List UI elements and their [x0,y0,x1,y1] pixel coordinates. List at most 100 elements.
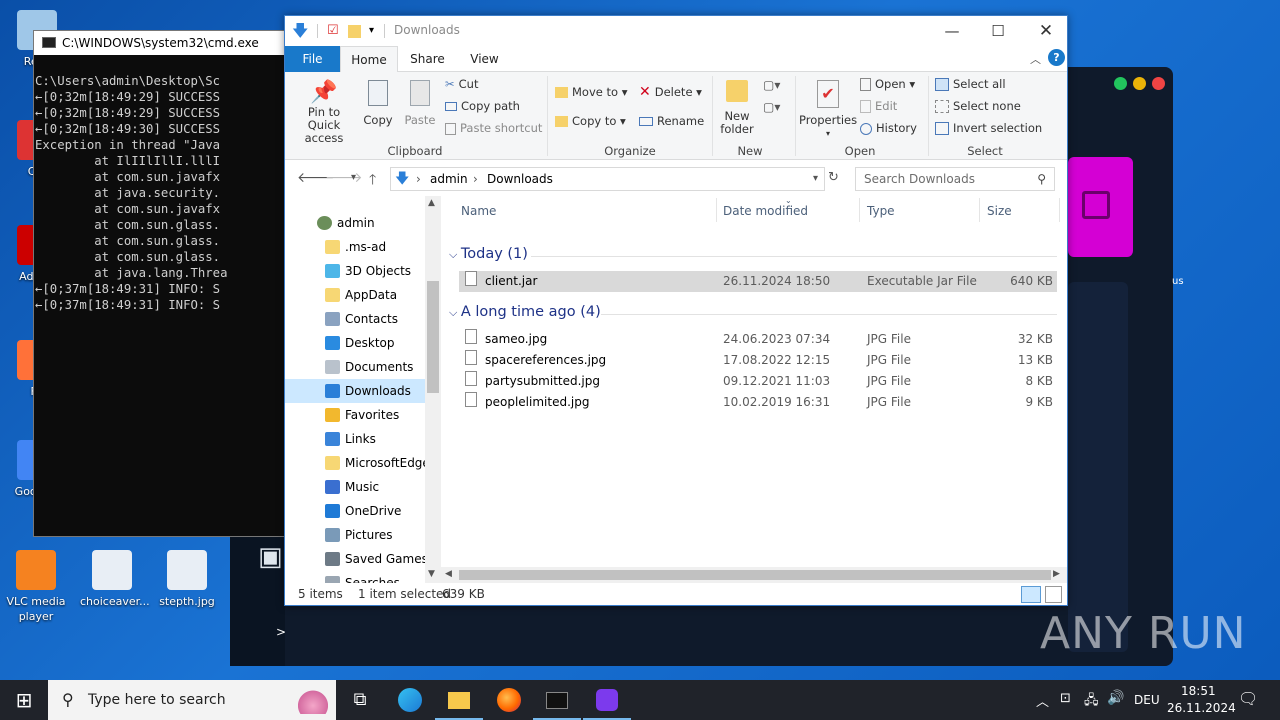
column-separator[interactable] [1059,198,1060,222]
file-explorer-icon[interactable] [435,680,483,720]
nav-item[interactable]: admin [285,211,425,235]
clock-date[interactable]: 26.11.2024 [1167,701,1236,715]
large-icons-view-icon[interactable] [1045,586,1062,603]
file-row[interactable]: sameo.jpg 24.06.2023 07:34 JPG File 32 KB [459,329,1057,350]
tab-home[interactable]: Home [340,46,398,73]
notifications-icon[interactable]: 🗨 [1238,689,1258,708]
nav-item[interactable]: Documents [285,355,425,379]
recent-locations-icon[interactable]: ▾ [351,172,356,183]
address-dropdown-icon[interactable]: ▾ [813,168,818,190]
column-type[interactable]: Type [867,204,895,218]
nav-item[interactable]: Links [285,427,425,451]
green-dot-icon[interactable] [1114,77,1127,90]
scroll-down-icon[interactable]: ▼ [428,569,435,579]
file-row[interactable]: partysubmitted.jpg 09.12.2021 11:03 JPG Fi… [459,371,1057,392]
details-view-icon[interactable] [1021,586,1041,603]
cmd-taskbar-icon[interactable] [533,680,581,720]
new-folder-button[interactable]: New folder [717,80,757,136]
minimize-button[interactable]: — [929,16,975,46]
column-date-modified[interactable]: Date modified [723,204,808,218]
hscroll-thumb[interactable] [459,570,1051,580]
nav-item[interactable]: Favorites [285,403,425,427]
cmd-output[interactable]: C:\Users\admin\Desktop\Sc ←[0;32m[18:49:… [34,55,284,313]
network-icon[interactable]: 🖧 [1084,691,1099,713]
chip-tile[interactable] [1068,157,1133,257]
pin-quick-access-button[interactable]: 📌 Pin to Quick access [291,80,357,145]
column-separator[interactable] [979,198,980,222]
language-indicator[interactable]: DEU [1134,693,1160,707]
red-dot-icon[interactable] [1152,77,1165,90]
scroll-left-icon[interactable]: ◀ [445,569,452,579]
copy-button[interactable]: Copy [361,80,395,127]
new-item-icon[interactable]: ▢▾ [763,78,780,92]
horizontal-scrollbar[interactable]: ◀ ▶ [441,567,1067,583]
down-arrow-icon[interactable]: 🡇 [292,20,308,47]
file-row[interactable]: client.jar 26.11.2024 18:50 Executable Jar… [459,271,1057,292]
nav-item[interactable]: .ms-ad [285,235,425,259]
history-button[interactable]: History [860,122,917,135]
select-all-button[interactable]: Select all [935,78,1006,91]
copy-to-button[interactable]: Copy to ▾ [555,115,626,128]
tab-share[interactable]: Share [400,46,455,72]
chevron-down-icon[interactable]: ⌵ [449,306,461,319]
desktop-icon[interactable]: stepth.jpg [155,550,219,609]
edge-icon[interactable] [386,680,434,720]
nav-item[interactable]: MicrosoftEdge [285,451,425,475]
paste-button[interactable]: Paste [403,80,437,127]
nav-scrollbar[interactable]: ▲ ▼ [425,196,441,583]
refresh-button[interactable]: ↻ [828,170,839,185]
properties-button[interactable]: ✔ Properties ▾ [799,80,857,140]
group-header[interactable]: ⌵ A long time ago (4) [449,304,601,320]
explorer-titlebar[interactable]: 🡇 ☑ ▾ Downloads — ☐ ✕ [285,16,1067,46]
forward-button[interactable]: 🡒 [325,169,363,186]
delete-button[interactable]: ✕ Delete ▾ [639,85,702,99]
show-hidden-icons[interactable]: ︿ [1036,691,1049,710]
nav-item[interactable]: Desktop [285,331,425,355]
help-icon[interactable]: ? [1048,49,1065,66]
tab-view[interactable]: View [457,46,512,72]
close-button[interactable]: ✕ [1023,16,1069,46]
rename-button[interactable]: Rename [639,115,704,128]
firefox-icon[interactable] [485,680,533,720]
clock-time[interactable]: 18:51 [1181,684,1216,698]
network-drive-icon[interactable]: ⊡ [1060,691,1071,706]
file-row[interactable]: peoplelimited.jpg 10.02.2019 16:31 JPG Fil… [459,392,1057,413]
column-size[interactable]: Size [987,204,1012,218]
column-name[interactable]: Name [461,204,496,218]
breadcrumb-admin[interactable]: admin [430,168,468,190]
nav-item[interactable]: Searches [285,571,425,583]
breadcrumb-downloads[interactable]: Downloads [487,168,553,190]
qa-dropdown-icon[interactable]: ▾ [369,25,374,36]
start-button[interactable]: ⊞ [0,680,48,720]
task-view-button[interactable]: ⧉ [336,680,384,720]
desktop-icon[interactable]: VLC media player [4,550,68,624]
properties-check-icon[interactable]: ☑ [327,23,339,38]
address-box[interactable]: 🡇 › admin › Downloads ▾ [390,167,825,191]
navigation-pane[interactable]: admin .ms-ad 3D Objects AppData Contacts Desk… [285,196,425,583]
scroll-thumb[interactable] [427,281,439,393]
file-list[interactable]: Name Date modified ⌄ Type Size ⌵ Today (… [441,196,1067,583]
nav-item[interactable]: AppData [285,283,425,307]
scroll-up-icon[interactable]: ▲ [428,198,435,208]
yellow-dot-icon[interactable] [1133,77,1146,90]
copy-path-button[interactable]: Copy path [445,100,520,113]
nav-item[interactable]: Saved Games [285,547,425,571]
nav-item[interactable]: Downloads [285,379,425,403]
volume-icon[interactable]: 🔊 [1107,690,1124,706]
desktop-icon[interactable]: choiceaver... [80,550,150,609]
column-separator[interactable] [859,198,860,222]
app-taskbar-icon[interactable] [583,680,631,720]
nav-item[interactable]: Contacts [285,307,425,331]
paste-shortcut-button[interactable]: Paste shortcut [445,122,542,135]
collapse-ribbon-icon[interactable]: ︿ [1030,51,1041,67]
up-button[interactable]: 🡑 [369,169,376,193]
column-separator[interactable] [716,198,717,222]
taskbar-search[interactable]: ⚲ Type here to search [48,680,336,720]
move-to-button[interactable]: Move to ▾ [555,86,627,99]
nav-item[interactable]: Music [285,475,425,499]
scroll-right-icon[interactable]: ▶ [1053,569,1060,579]
cmd-titlebar[interactable]: C:\WINDOWS\system32\cmd.exe [34,31,284,55]
tab-file[interactable]: File [285,46,340,72]
maximize-button[interactable]: ☐ [975,16,1021,46]
edit-button[interactable]: Edit [860,100,897,113]
